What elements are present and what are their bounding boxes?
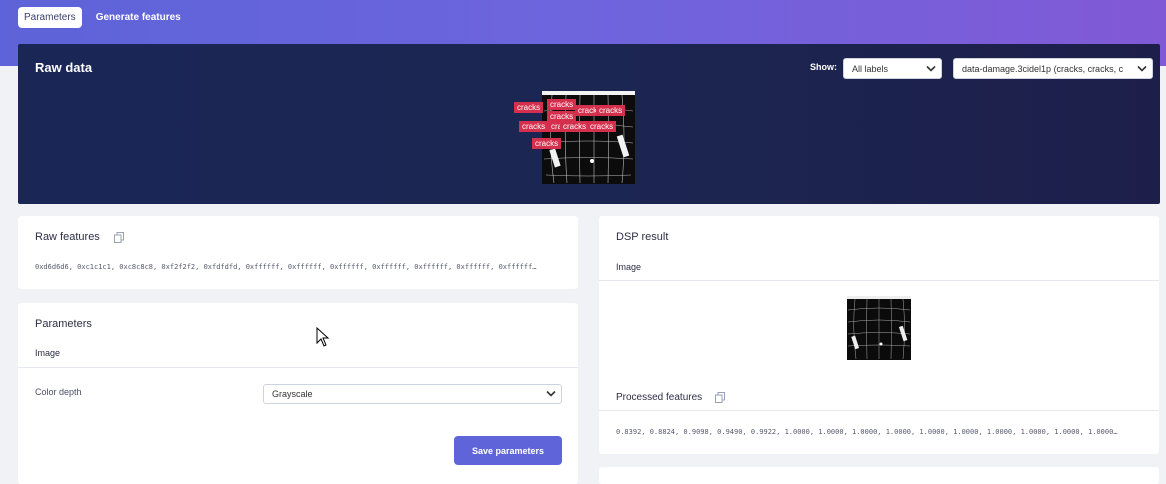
save-parameters-button[interactable]: Save parameters (454, 436, 562, 465)
processed-grid-image (847, 298, 911, 360)
next-card (599, 467, 1159, 484)
bbox-label: cracks (596, 105, 626, 116)
label-filter-value: All labels (852, 63, 889, 74)
show-label: Show: (810, 62, 837, 72)
bbox-label: cracks (519, 121, 549, 132)
sample-select-value: data-damage.3cidel1p (cracks, cracks, c (962, 63, 1124, 74)
dsp-result-card: DSP result Image Processed features 0.83… (599, 216, 1159, 454)
bbox-label: cracks (514, 102, 544, 113)
parameters-title: Parameters (35, 318, 92, 330)
tab-bar: Parameters Generate features (18, 7, 195, 28)
raw-data-panel: Raw data Show: All labels data-damage.3c… (18, 44, 1160, 204)
dsp-image-heading: Image (616, 262, 642, 272)
raw-features-card: Raw features 0xd6d6d6, 0xc1c1c1, 0xc8c8c… (18, 216, 578, 289)
mouse-cursor-icon (316, 327, 330, 347)
bbox-label: cracks (548, 121, 560, 132)
processed-features-values: 0.8392, 0.8824, 0.9098, 0.9490, 0.9922, … (616, 428, 1118, 436)
copy-icon[interactable] (114, 232, 124, 243)
bbox-label: cracks (587, 121, 617, 132)
label-filter-select[interactable]: All labels (843, 58, 942, 79)
bbox-label: cracks (532, 138, 562, 149)
processed-features-title: Processed features (616, 392, 703, 403)
chevron-down-icon (1137, 65, 1147, 72)
dsp-result-title: DSP result (616, 231, 669, 243)
image-section-heading: Image (35, 348, 61, 358)
bbox-label: cracks (547, 99, 577, 110)
sample-select[interactable]: data-damage.3cidel1p (cracks, cracks, c (953, 58, 1153, 79)
chevron-down-icon (546, 390, 556, 397)
divider (18, 367, 578, 368)
color-depth-value: Grayscale (272, 389, 313, 399)
processed-image (847, 296, 911, 360)
raw-features-values: 0xd6d6d6, 0xc1c1c1, 0xc8c8c8, 0xf2f2f2, … (35, 263, 537, 271)
tab-parameters[interactable]: Parameters (18, 7, 82, 28)
bbox-label: cracks (575, 105, 597, 116)
bbox-label: cracks (560, 121, 590, 132)
color-depth-select[interactable]: Grayscale (263, 384, 562, 404)
chevron-down-icon (926, 65, 936, 72)
divider (599, 410, 1159, 411)
divider (599, 280, 1159, 281)
tab-generate-features[interactable]: Generate features (90, 7, 187, 28)
raw-data-title: Raw data (35, 60, 93, 75)
raw-features-title: Raw features (35, 231, 100, 243)
copy-icon[interactable] (715, 392, 725, 403)
color-depth-label: Color depth (35, 387, 82, 397)
parameters-card: Parameters Image Color depth Grayscale S… (18, 303, 578, 484)
